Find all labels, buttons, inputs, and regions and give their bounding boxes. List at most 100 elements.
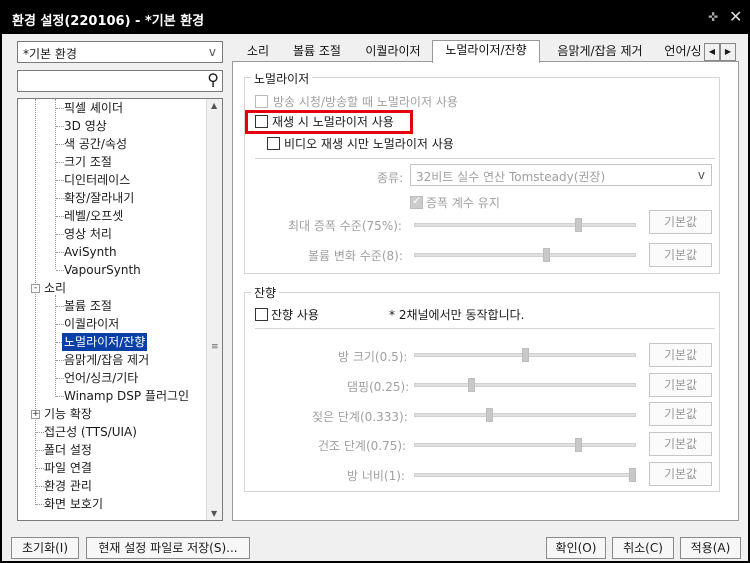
volume-change-thumb[interactable] (543, 248, 550, 262)
tab-prev-icon[interactable]: ◀ (704, 43, 720, 61)
tree-item-profile[interactable]: 환경 관리 (44, 477, 92, 495)
tree-guide (35, 99, 36, 505)
tree-item-deinterlace[interactable]: 디인터레이스 (64, 171, 130, 189)
close-icon[interactable]: ✕ (729, 7, 742, 26)
collapse-icon[interactable]: - (31, 284, 40, 293)
wet-level-label: 젖은 단계(0.333): (312, 410, 408, 424)
preset-value: *기본 환경 (23, 47, 77, 61)
tree-item-normalizer[interactable]: 노멀라이저/잔향 (62, 333, 148, 351)
tree-connector (36, 486, 44, 487)
tab-volume[interactable]: 볼륨 조절 (282, 42, 352, 62)
tab-language[interactable]: 언어/싱 (660, 42, 706, 62)
tree-item-language[interactable]: 언어/싱크/기타 (64, 369, 138, 387)
reverb-checkbox[interactable] (255, 308, 268, 321)
separator (255, 328, 715, 329)
tree-item-crop[interactable]: 확장/잘라내기 (64, 189, 134, 207)
tree-item-noise[interactable]: 음맑게/잡음 제거 (64, 351, 149, 369)
tree-connector (56, 162, 64, 163)
save-file-button[interactable]: 현재 설정 파일로 저장(S)... (86, 537, 250, 559)
tab-normalizer[interactable]: 노멀라이저/잔향 (432, 40, 540, 63)
tree-connector (36, 468, 44, 469)
room-size-thumb[interactable] (521, 348, 529, 362)
tab-noise[interactable]: 음맑게/잡음 제거 (544, 42, 656, 62)
tree-item-3d[interactable]: 3D 영상 (64, 117, 107, 135)
chevron-down-icon: v (208, 45, 216, 59)
tab-equalizer[interactable]: 이퀄라이저 (356, 42, 430, 62)
tab-next-icon[interactable]: ▶ (720, 43, 736, 61)
tree-item-sound[interactable]: 소리 (44, 279, 66, 297)
tree-scrollbar[interactable]: ▲ ≡ ▼ (206, 99, 222, 520)
damping-thumb[interactable] (467, 378, 475, 392)
dry-level-slider[interactable] (414, 443, 636, 447)
title-bar: 환경 설정(220106) - *기본 환경 ✜ ✕ (2, 2, 748, 34)
wet-level-slider[interactable] (414, 413, 636, 417)
search-input[interactable]: ⚲ (17, 70, 223, 92)
tree-connector (56, 108, 64, 109)
tree-item-video-processing[interactable]: 영상 처리 (64, 225, 112, 243)
expand-icon[interactable]: + (31, 410, 40, 419)
tree-item-extensions[interactable]: 기능 확장 (44, 405, 92, 423)
tree-item-volume[interactable]: 볼륨 조절 (64, 297, 112, 315)
dry-level-thumb[interactable] (575, 438, 583, 452)
cancel-button[interactable]: 취소(C) (612, 537, 674, 559)
video-only-checkbox[interactable] (267, 137, 280, 150)
tree-item-avisynth[interactable]: AviSynth (64, 243, 117, 261)
tree-connector (56, 180, 64, 181)
room-width-label: 방 너비(1): (347, 469, 405, 483)
max-gain-label: 최대 증폭 수준(75%): (288, 219, 402, 233)
max-gain-default-button[interactable]: 기본값 (649, 210, 712, 234)
tree-connector (36, 450, 44, 451)
scroll-down-icon[interactable]: ▼ (211, 509, 217, 518)
tree-item-resize[interactable]: 크기 조절 (64, 153, 112, 171)
tree-item-file-assoc[interactable]: 파일 연결 (44, 459, 92, 477)
reverb-use-label: 잔향 사용 (271, 308, 319, 322)
tree-item-folders[interactable]: 폴더 설정 (44, 441, 92, 459)
room-width-default-button[interactable]: 기본값 (649, 462, 712, 486)
search-icon[interactable]: ⚲ (207, 70, 219, 89)
scroll-thumb-icon[interactable]: ≡ (211, 342, 219, 352)
scroll-up-icon[interactable]: ▲ (211, 101, 217, 110)
damping-slider[interactable] (414, 383, 636, 387)
tree-item-winamp[interactable]: Winamp DSP 플러그인 (64, 387, 189, 405)
volume-change-slider[interactable] (414, 253, 636, 257)
tree-item-level[interactable]: 레벨/오프셋 (64, 207, 123, 225)
tree-connector (36, 432, 44, 433)
preset-select[interactable]: *기본 환경 v (17, 41, 223, 63)
volume-change-label: 볼륨 변화 수준(8): (308, 249, 403, 263)
apply-button[interactable]: 적용(A) (680, 537, 741, 559)
damping-default-button[interactable]: 기본값 (649, 373, 712, 397)
dry-level-default-button[interactable]: 기본값 (649, 432, 712, 456)
tree-item-accessibility[interactable]: 접근성 (TTS/UIA) (44, 423, 137, 441)
max-gain-slider[interactable] (414, 223, 636, 227)
tree-item-color-space[interactable]: 색 공간/속성 (64, 135, 127, 153)
tree-connector (56, 198, 64, 199)
tree-item-equalizer[interactable]: 이퀄라이저 (64, 315, 119, 333)
room-width-slider[interactable] (414, 473, 636, 477)
normalizer-title: 노멀라이저 (251, 70, 313, 87)
keep-gain-checkbox[interactable] (410, 194, 423, 209)
tree-item-pixel-shader[interactable]: 픽셀 셰이더 (64, 99, 123, 117)
broadcast-checkbox[interactable] (255, 95, 268, 108)
volume-change-default-button[interactable]: 기본값 (649, 243, 712, 267)
wet-level-thumb[interactable] (485, 408, 493, 422)
type-select[interactable]: 32비트 실수 연산 Tomsteady(권장) v (410, 164, 712, 186)
max-gain-thumb[interactable] (575, 218, 583, 232)
chevron-down-icon: v (697, 168, 705, 182)
pin-icon[interactable]: ✜ (708, 10, 718, 24)
wet-level-default-button[interactable]: 기본값 (649, 402, 712, 426)
type-value: 32비트 실수 연산 Tomsteady(권장) (416, 170, 606, 184)
ok-button[interactable]: 확인(O) (546, 537, 606, 559)
separator (255, 158, 715, 159)
tree-connector (56, 144, 64, 145)
room-width-thumb[interactable] (629, 468, 636, 482)
tree-guide (55, 99, 56, 269)
tree-guide (55, 295, 56, 397)
reset-button[interactable]: 초기화(I) (11, 537, 79, 559)
tree-item-vapoursynth[interactable]: VapourSynth (64, 261, 141, 279)
video-only-label: 비디오 재생 시만 노멀라이저 사용 (284, 137, 454, 151)
tab-strip: 소리 볼륨 조절 이퀄라이저 노멀라이저/잔향 음맑게/잡음 제거 언어/싱 (232, 40, 740, 63)
tree-item-screensaver[interactable]: 화면 보호기 (44, 495, 103, 513)
tab-sound[interactable]: 소리 (238, 42, 278, 62)
room-size-default-button[interactable]: 기본값 (649, 343, 712, 367)
tree-connector (56, 306, 64, 307)
